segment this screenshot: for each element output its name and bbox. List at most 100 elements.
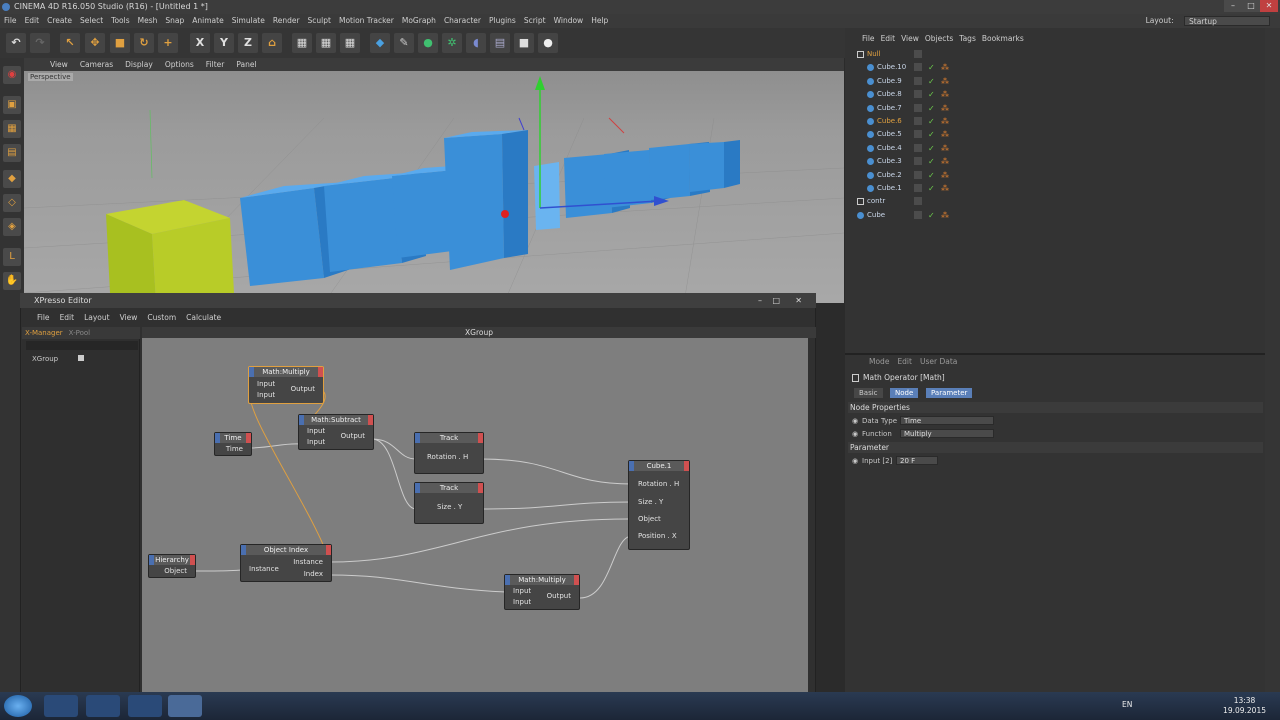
port-output[interactable]: Output xyxy=(341,432,365,441)
visibility-toggle[interactable] xyxy=(914,90,922,99)
xpresso-menu-edit[interactable]: Edit xyxy=(55,313,80,322)
tab-node[interactable]: Node xyxy=(890,388,919,398)
visibility-toggle[interactable] xyxy=(914,76,922,85)
points-mode-icon[interactable]: ◆ xyxy=(3,170,21,188)
object-row[interactable]: Cube.3 ✓ ⁂ xyxy=(849,155,1264,168)
function-dropdown[interactable]: Multiply xyxy=(900,429,994,438)
radio-input[interactable]: ◉ xyxy=(852,457,858,465)
port-output[interactable]: Output xyxy=(291,385,315,394)
floor-scene-icon[interactable]: ▤ xyxy=(490,33,510,53)
menu-select[interactable]: Select xyxy=(76,14,107,28)
port-object[interactable]: Object xyxy=(638,515,661,524)
xpresso-tag-icon[interactable]: ⁂ xyxy=(941,182,949,195)
port-rotation-h[interactable]: Rotation . H xyxy=(427,453,468,462)
object-row[interactable]: Cube.7 ✓ ⁂ xyxy=(849,102,1264,115)
scale-tool-icon[interactable]: ■ xyxy=(110,33,130,53)
object-row[interactable]: Cube.8 ✓ ⁂ xyxy=(849,88,1264,101)
enabled-check-icon[interactable]: ✓ xyxy=(928,102,935,115)
tab-x-pool[interactable]: X-Pool xyxy=(66,327,93,339)
render-picture-viewer-icon[interactable]: ▦ xyxy=(316,33,336,53)
visibility-toggle[interactable] xyxy=(914,50,922,58)
object-row[interactable]: Cube ✓ ⁂ xyxy=(849,209,1264,222)
menu-sculpt[interactable]: Sculpt xyxy=(304,14,335,28)
menu-motion-tracker[interactable]: Motion Tracker xyxy=(335,14,398,28)
xpresso-tag-icon[interactable]: ⁂ xyxy=(941,115,949,128)
undo-icon[interactable]: ↶ xyxy=(6,33,26,53)
layout-dropdown[interactable]: Startup xyxy=(1184,16,1270,26)
xpresso-tag-icon[interactable]: ⁂ xyxy=(941,169,949,182)
array-generator-icon[interactable]: ✲ xyxy=(442,33,462,53)
menu-animate[interactable]: Animate xyxy=(188,14,227,28)
visibility-toggle[interactable] xyxy=(914,103,922,112)
xpresso-tag-icon[interactable]: ⁂ xyxy=(941,75,949,88)
tab-basic[interactable]: Basic xyxy=(854,388,883,398)
obj-menu-bookmarks[interactable]: Bookmarks xyxy=(979,34,1027,43)
port-input-2[interactable]: Input xyxy=(257,391,275,400)
menu-create[interactable]: Create xyxy=(43,14,76,28)
texture-mode-icon[interactable]: ▦ xyxy=(3,120,21,138)
select-tool-icon[interactable]: ↖ xyxy=(60,33,80,53)
tweak-mode-icon[interactable]: ✋ xyxy=(3,272,21,290)
data-type-dropdown[interactable]: Time xyxy=(900,416,994,425)
blue-cubes[interactable] xyxy=(240,130,740,286)
render-view-icon[interactable]: ▦ xyxy=(292,33,312,53)
xpresso-close-button[interactable]: ✕ xyxy=(795,293,802,308)
xpresso-menu-custom[interactable]: Custom xyxy=(142,313,181,322)
menu-mograph[interactable]: MoGraph xyxy=(398,14,440,28)
model-mode-icon[interactable]: ▣ xyxy=(3,96,21,114)
port-input-1[interactable]: Input xyxy=(257,380,275,389)
port-output[interactable]: Output xyxy=(547,592,571,601)
menu-snap[interactable]: Snap xyxy=(161,14,188,28)
menu-tools[interactable]: Tools xyxy=(107,14,133,28)
node-math-multiply-2[interactable]: Math:Multiply Input Input Output xyxy=(504,574,580,610)
enabled-check-icon[interactable]: ✓ xyxy=(928,142,935,155)
enabled-check-icon[interactable]: ✓ xyxy=(928,169,935,182)
visibility-toggle[interactable] xyxy=(914,117,922,125)
node-time[interactable]: Time Time xyxy=(214,432,252,456)
enabled-check-icon[interactable]: ✓ xyxy=(928,182,935,195)
port-size-y[interactable]: Size . Y xyxy=(437,503,462,512)
light-icon[interactable]: ● xyxy=(538,33,558,53)
side-tabs[interactable] xyxy=(1265,28,1280,692)
radio-function[interactable]: ◉ xyxy=(852,430,858,438)
enabled-check-icon[interactable]: ✓ xyxy=(928,61,935,74)
xpresso-tag-icon[interactable]: ⁂ xyxy=(941,61,949,74)
xpresso-menu-layout[interactable]: Layout xyxy=(79,313,115,322)
port-input-1[interactable]: Input xyxy=(307,427,325,436)
y-axis-icon[interactable]: Y xyxy=(214,33,234,53)
axis-mode-icon[interactable]: L xyxy=(3,248,21,266)
xpresso-maximize-button[interactable]: □ xyxy=(772,293,780,308)
viewport-menu-display[interactable]: Display xyxy=(119,60,159,69)
xpresso-tag-icon[interactable]: ⁂ xyxy=(941,88,949,101)
port-instance-in[interactable]: Instance xyxy=(249,565,279,574)
x-manager-search-input[interactable] xyxy=(26,341,138,350)
move-tool-icon[interactable]: ✥ xyxy=(85,33,105,53)
chrome-icon[interactable] xyxy=(128,695,162,717)
minimize-button[interactable]: – xyxy=(1224,0,1242,12)
viewport-menu-cameras[interactable]: Cameras xyxy=(74,60,119,69)
enabled-check-icon[interactable]: ✓ xyxy=(928,75,935,88)
xpresso-node-canvas[interactable]: Math:Multiply Input Input Output Math:Su… xyxy=(142,338,808,692)
enabled-check-icon[interactable]: ✓ xyxy=(928,88,935,101)
node-math-subtract[interactable]: Math:Subtract Input Input Output xyxy=(298,414,374,450)
make-editable-icon[interactable]: ◉ xyxy=(3,66,21,84)
redo-icon[interactable]: ↷ xyxy=(30,33,50,53)
menu-render[interactable]: Render xyxy=(269,14,304,28)
viewport[interactable] xyxy=(24,58,844,303)
start-button[interactable] xyxy=(4,695,32,717)
workplane-icon[interactable]: ▤ xyxy=(3,144,21,162)
menu-edit[interactable]: Edit xyxy=(21,14,44,28)
polygons-mode-icon[interactable]: ◈ xyxy=(3,218,21,236)
rotate-tool-icon[interactable]: ↻ xyxy=(134,33,154,53)
object-row[interactable]: contr xyxy=(849,195,1264,208)
object-row[interactable]: Cube.2 ✓ ⁂ xyxy=(849,169,1264,182)
menu-plugins[interactable]: Plugins xyxy=(485,14,520,28)
node-track-size[interactable]: Track Size . Y xyxy=(414,482,484,524)
object-row[interactable]: Cube.4 ✓ ⁂ xyxy=(849,142,1264,155)
attr-menu-user-data[interactable]: User Data xyxy=(916,357,961,366)
obj-menu-view[interactable]: View xyxy=(898,34,922,43)
camera-icon[interactable]: ■ xyxy=(514,33,534,53)
xpresso-tag-icon[interactable]: ⁂ xyxy=(941,142,949,155)
port-input-1[interactable]: Input xyxy=(513,587,531,596)
obj-menu-edit[interactable]: Edit xyxy=(878,34,899,43)
